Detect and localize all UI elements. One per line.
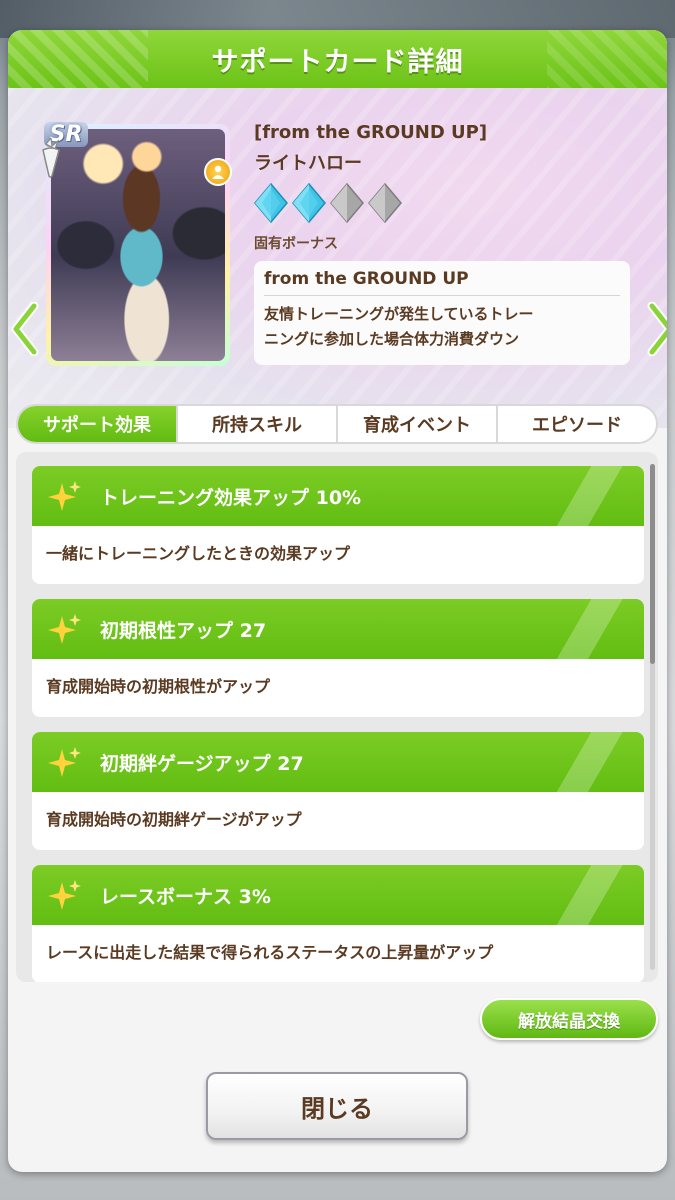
card-image-frame[interactable]	[46, 124, 230, 366]
chevron-right-icon	[647, 302, 667, 356]
effect-header: 初期根性アップ 27	[32, 599, 644, 659]
detail-tabs: サポート効果 所持スキル 育成イベント エピソード	[16, 404, 658, 444]
effect-header: レースボーナス 3%	[32, 865, 644, 925]
card-area: SR [from the GROUND UP] ライトハロー 固有ボーナス fr…	[8, 88, 667, 428]
effect-item: レースボーナス 3% レースに出走した結果で得られるステータスの上昇量がアップ	[32, 865, 644, 982]
close-button[interactable]: 閉じる	[206, 1072, 468, 1140]
unique-bonus-description: 友情トレーニングが発生しているトレー ニングに参加した場合体力消費ダウン	[264, 302, 620, 352]
sparkle-icon	[48, 614, 81, 644]
scrollbar-thumb[interactable]	[650, 464, 655, 664]
sparkle-icon	[48, 747, 81, 777]
unique-bonus-box: from the GROUND UP 友情トレーニングが発生しているトレー ニン…	[254, 261, 630, 365]
tab-training-events[interactable]: 育成イベント	[338, 406, 498, 442]
effect-description: 一緒にトレーニングしたときの効果アップ	[46, 544, 351, 563]
effect-item: 初期絆ゲージアップ 27 育成開始時の初期絆ゲージがアップ	[32, 732, 644, 850]
sparkle-icon	[48, 481, 81, 511]
effects-scrollbar[interactable]	[650, 464, 655, 970]
effect-header: トレーニング効果アップ 10%	[32, 466, 644, 526]
unique-bonus-name: from the GROUND UP	[264, 269, 620, 296]
effect-description: レースに出走した結果で得られるステータスの上昇量がアップ	[46, 943, 494, 962]
tab-skills[interactable]: 所持スキル	[178, 406, 338, 442]
gem-icon-empty	[330, 183, 364, 223]
chevron-left-icon	[11, 302, 39, 356]
effect-title: トレーニング効果アップ 10%	[100, 486, 362, 509]
tab-support-effect[interactable]: サポート効果	[18, 406, 178, 442]
effect-title: 初期根性アップ 27	[100, 619, 267, 642]
gem-icon-filled	[292, 183, 326, 223]
modal-title: サポートカード詳細	[211, 46, 464, 78]
unique-bonus-desc-line2: ニングに参加した場合体力消費ダウン	[264, 330, 520, 348]
effect-header: 初期絆ゲージアップ 27	[32, 732, 644, 792]
unique-bonus-label: 固有ボーナス	[254, 236, 338, 252]
previous-card-button[interactable]	[8, 302, 42, 356]
gem-icon-filled	[254, 183, 288, 223]
limit-break-gems	[254, 183, 644, 223]
friend-type-icon	[212, 165, 224, 179]
card-illustration	[51, 129, 225, 361]
carrot-icon	[42, 138, 60, 178]
unique-bonus-desc-line1: 友情トレーニングが発生しているトレー	[264, 305, 534, 323]
crystal-exchange-button[interactable]: 解放結晶交換	[480, 998, 658, 1040]
tab-episodes[interactable]: エピソード	[498, 406, 656, 442]
modal-header: サポートカード詳細	[8, 30, 667, 88]
support-type-icon	[204, 158, 232, 186]
effect-description: 育成開始時の初期根性がアップ	[46, 677, 271, 696]
effect-title: 初期絆ゲージアップ 27	[100, 752, 304, 775]
effect-title: レースボーナス 3%	[100, 885, 271, 908]
effect-description: 育成開始時の初期絆ゲージがアップ	[46, 810, 302, 829]
card-info: [from the GROUND UP] ライトハロー 固有ボーナス from …	[254, 122, 644, 365]
sparkle-icon	[48, 880, 81, 910]
support-card-detail-modal: サポートカード詳細 SR [from the GROUND UP] ライトハロー	[8, 30, 667, 1172]
character-name: ライトハロー	[254, 153, 362, 174]
effect-item: トレーニング効果アップ 10% 一緒にトレーニングしたときの効果アップ	[32, 466, 644, 584]
next-card-button[interactable]	[644, 302, 667, 356]
support-effects-list[interactable]: トレーニング効果アップ 10% 一緒にトレーニングしたときの効果アップ 初期根性…	[16, 452, 658, 982]
card-title: [from the GROUND UP]	[254, 122, 488, 143]
effect-item: 初期根性アップ 27 育成開始時の初期根性がアップ	[32, 599, 644, 717]
gem-icon-empty	[368, 183, 402, 223]
